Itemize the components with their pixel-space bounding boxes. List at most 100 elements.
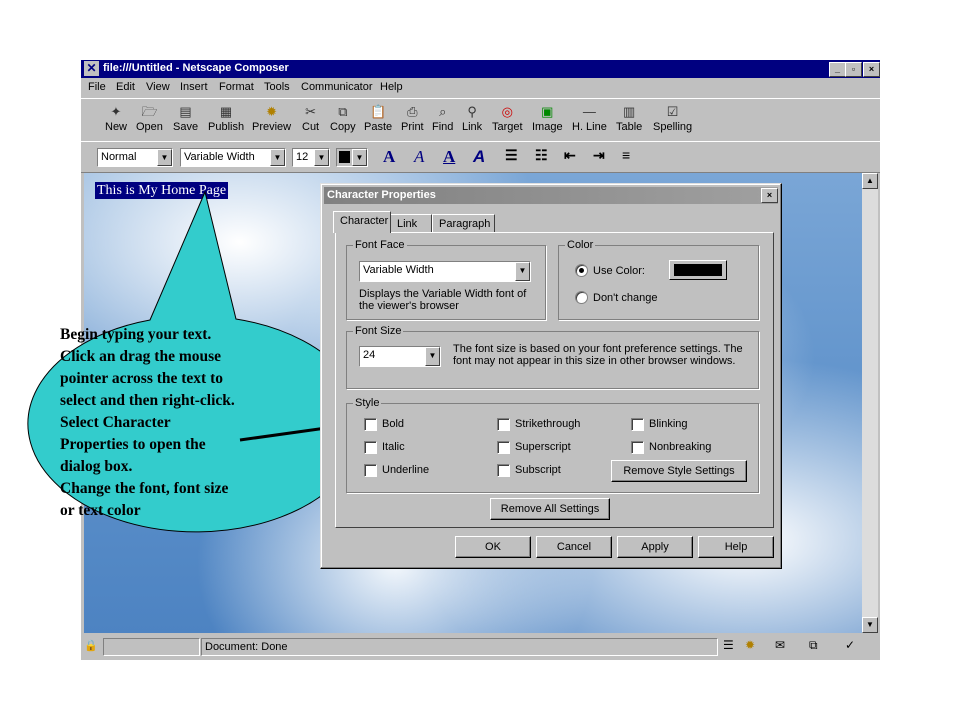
font-face-description: Displays the Variable Width font of the v… [359, 288, 527, 312]
table-button[interactable]: ▥ Table [616, 103, 642, 133]
remove-all-settings-button[interactable]: Remove All Settings [490, 498, 610, 520]
color-picker-button[interactable] [669, 260, 727, 280]
dialog-close-button[interactable]: × [761, 188, 778, 203]
underline-checkbox[interactable] [364, 464, 377, 477]
link-button[interactable]: ⚲ Link [462, 103, 482, 133]
scissors-icon: ✂ [305, 104, 317, 119]
numbered-list-icon[interactable]: ☷ [535, 147, 548, 164]
italic-checkbox[interactable] [364, 441, 377, 454]
hline-button[interactable]: — H. Line [572, 103, 607, 133]
minimize-button[interactable]: _ [829, 62, 846, 77]
dont-change-label: Don't change [593, 292, 658, 304]
bold-checkbox[interactable] [364, 418, 377, 431]
menu-format[interactable]: Format [219, 81, 254, 93]
target-icon: ◎ [501, 104, 513, 119]
menu-view[interactable]: View [146, 81, 170, 93]
menu-communicator[interactable]: Communicator [301, 81, 373, 93]
new-button[interactable]: ✦ New [105, 103, 127, 133]
paragraph-style-select[interactable]: Normal ▼ [97, 148, 173, 167]
character-properties-dialog: Character Properties × Character Link Pa… [320, 183, 782, 569]
callout-text: Begin typing your text. Click an drag th… [60, 326, 235, 519]
find-button[interactable]: ⌕ Find [432, 103, 453, 133]
copy-icon: ⧉ [338, 104, 348, 119]
open-button[interactable]: 🗁 Open [136, 103, 163, 133]
image-button[interactable]: ▣ Image [532, 103, 563, 133]
netscape-logo-icon: ✕ [84, 61, 99, 76]
status-text-area: Document: Done [201, 638, 718, 656]
scroll-up-icon[interactable]: ▲ [862, 173, 878, 189]
character-tab-panel: Font Face Variable Width ▼ Displays the V… [335, 232, 774, 528]
chevron-down-icon: ▼ [314, 149, 329, 166]
check-icon[interactable]: ✓ [845, 638, 855, 652]
title-bar: ✕ file:///Untitled - Netscape Composer _… [81, 60, 880, 78]
new-page-icon: ✦ [110, 104, 122, 119]
dialog-title: Character Properties [327, 189, 436, 201]
font-size-combo[interactable]: 24 ▼ [359, 346, 441, 367]
preview-button[interactable]: ✹ Preview [252, 103, 291, 133]
menu-help[interactable]: Help [380, 81, 403, 93]
print-button[interactable]: ⎙ Print [401, 103, 424, 133]
text-color-select[interactable]: ▼ [336, 148, 368, 167]
image-icon: ▣ [541, 104, 554, 119]
open-icon: 🗁 [141, 104, 158, 119]
discussions-icon[interactable]: ⧉ [809, 638, 818, 653]
color-swatch [339, 151, 350, 163]
cancel-button[interactable]: Cancel [536, 536, 612, 558]
ok-button[interactable]: OK [455, 536, 531, 558]
italic-icon[interactable]: A [414, 147, 424, 167]
use-color-label: Use Color: [593, 265, 645, 277]
horizontal-line-icon: — [582, 104, 596, 119]
window-title: file:///Untitled - Netscape Composer [103, 62, 289, 74]
tab-character[interactable]: Character [333, 211, 391, 233]
table-icon: ▥ [623, 104, 636, 119]
composer-icon[interactable]: ✹ [745, 638, 755, 652]
navigator-icon[interactable]: ☰ [723, 638, 734, 652]
use-color-radio[interactable] [575, 264, 588, 277]
save-button[interactable]: ▤ Save [173, 103, 198, 133]
menu-edit[interactable]: Edit [116, 81, 135, 93]
link-icon: ⚲ [467, 104, 477, 119]
paste-button[interactable]: 📋 Paste [364, 103, 392, 133]
help-button[interactable]: Help [698, 536, 774, 558]
dont-change-radio[interactable] [575, 291, 588, 304]
menu-bar: File Edit View Insert Format Tools Commu… [81, 78, 880, 97]
menu-insert[interactable]: Insert [180, 81, 208, 93]
target-button[interactable]: ◎ Target [492, 103, 523, 133]
menu-tools[interactable]: Tools [264, 81, 290, 93]
subscript-checkbox[interactable] [497, 464, 510, 477]
outdent-icon[interactable]: ⇤ [564, 147, 576, 164]
status-text: Document: Done [205, 641, 288, 653]
nonbreaking-checkbox[interactable] [631, 441, 644, 454]
spelling-button[interactable]: ☑ Spelling [653, 103, 692, 133]
save-icon: ▤ [179, 104, 192, 119]
alignment-icon[interactable]: ≡ [622, 147, 630, 163]
vertical-scrollbar[interactable]: ▲ ▼ [862, 173, 878, 633]
color-group: Color Use Color: Don't change [558, 239, 759, 320]
bold-icon[interactable]: A [383, 147, 395, 167]
underline-icon[interactable]: A [443, 147, 455, 167]
close-button[interactable]: × [863, 62, 880, 77]
status-bar: 🔒 Document: Done ☰ ✹ ✉ ⧉ ✓ [81, 636, 880, 658]
publish-button[interactable]: ▦ Publish [208, 103, 244, 133]
clear-styles-icon[interactable]: A [473, 147, 485, 167]
cut-button[interactable]: ✂ Cut [302, 103, 319, 133]
indent-icon[interactable]: ⇥ [593, 147, 605, 164]
tab-paragraph[interactable]: Paragraph [432, 214, 495, 233]
menu-file[interactable]: File [88, 81, 106, 93]
strikethrough-checkbox[interactable] [497, 418, 510, 431]
maximize-button[interactable]: ▫ [845, 62, 862, 77]
apply-button[interactable]: Apply [617, 536, 693, 558]
mail-icon[interactable]: ✉ [775, 638, 785, 652]
font-face-select[interactable]: Variable Width ▼ [180, 148, 286, 167]
blinking-checkbox[interactable] [631, 418, 644, 431]
tab-link[interactable]: Link [390, 214, 432, 233]
superscript-checkbox[interactable] [497, 441, 510, 454]
scroll-down-icon[interactable]: ▼ [862, 617, 878, 633]
bullet-list-icon[interactable]: ☰ [505, 147, 518, 164]
font-size-select[interactable]: 12 ▼ [292, 148, 330, 167]
font-face-combo[interactable]: Variable Width ▼ [359, 261, 531, 282]
font-face-group: Font Face Variable Width ▼ Displays the V… [346, 239, 546, 320]
security-lock-icon: 🔒 [84, 640, 98, 652]
remove-style-settings-button[interactable]: Remove Style Settings [611, 460, 747, 482]
copy-button[interactable]: ⧉ Copy [330, 103, 356, 133]
